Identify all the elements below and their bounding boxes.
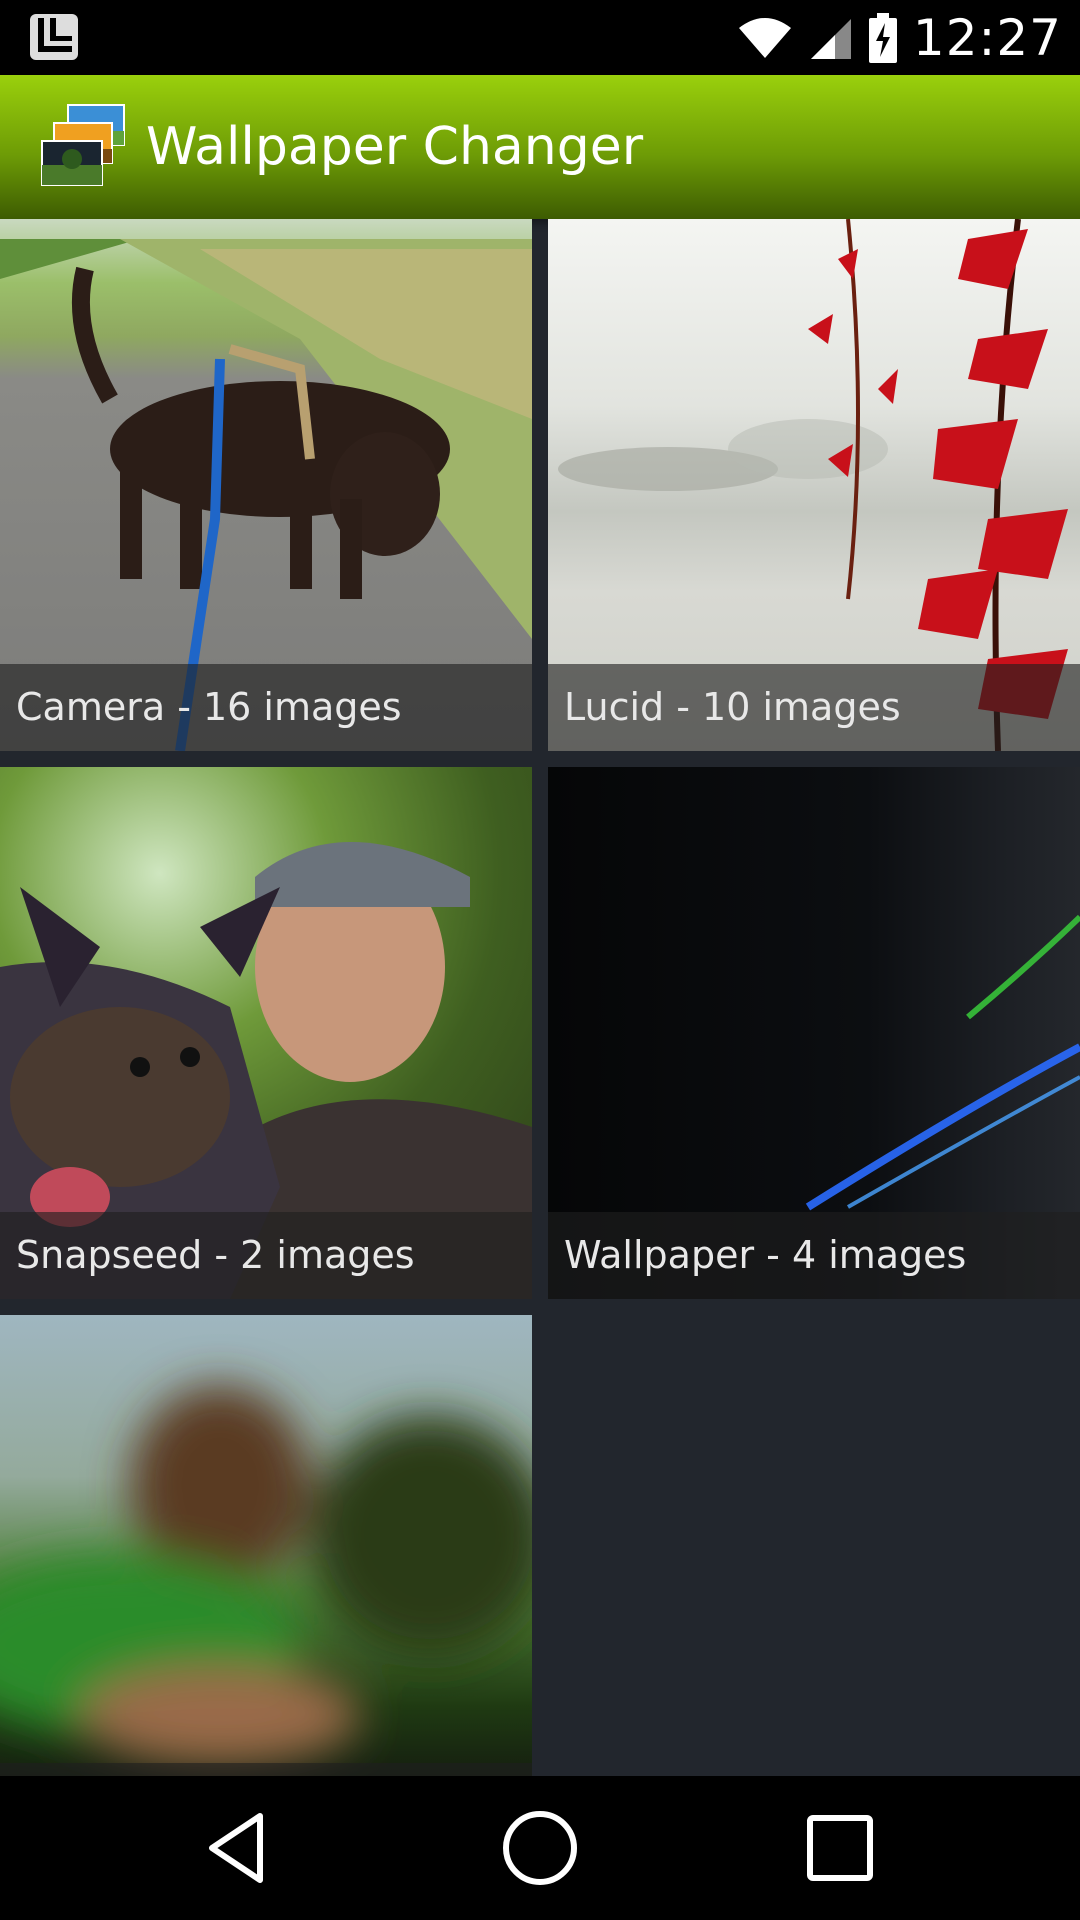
album-caption-text: Camera - 16 images <box>16 685 402 729</box>
album-caption: Wallpaper - 4 images <box>548 1212 1080 1299</box>
album-tile-wallpaper[interactable]: Wallpaper - 4 images <box>548 767 1080 1299</box>
album-caption-text: Lucid - 10 images <box>564 685 901 729</box>
album-caption: Snapseed - 2 images <box>0 1212 532 1299</box>
album-caption: Camera - 16 images <box>0 664 532 751</box>
album-tile-blurred[interactable] <box>0 1315 532 1776</box>
album-tile-camera[interactable]: Camera - 16 images <box>0 219 532 751</box>
battery-charging-icon <box>868 12 897 63</box>
album-thumbnail <box>0 1315 532 1776</box>
navigation-bar <box>0 1776 1080 1920</box>
album-tile-lucid[interactable]: Lucid - 10 images <box>548 219 1080 751</box>
wifi-icon <box>738 17 791 58</box>
album-caption: Lucid - 10 images <box>548 664 1080 751</box>
launcher-notification-icon <box>30 14 78 60</box>
status-time: 12:27 <box>912 8 1062 67</box>
status-bar: 12:27 <box>0 0 1080 75</box>
back-icon[interactable] <box>198 1808 278 1888</box>
album-caption-text: Wallpaper - 4 images <box>564 1233 967 1277</box>
app-bar: Wallpaper Changer <box>0 75 1080 219</box>
album-caption-text: Snapseed - 2 images <box>16 1233 415 1277</box>
signal-icon <box>810 18 851 59</box>
recents-icon[interactable] <box>800 1808 880 1888</box>
stacked-photos-logo <box>41 104 125 186</box>
album-tile-snapseed[interactable]: Snapseed - 2 images <box>0 767 532 1299</box>
app-title: Wallpaper Changer <box>146 117 644 177</box>
home-icon[interactable] <box>500 1808 580 1888</box>
album-caption <box>0 1763 532 1776</box>
